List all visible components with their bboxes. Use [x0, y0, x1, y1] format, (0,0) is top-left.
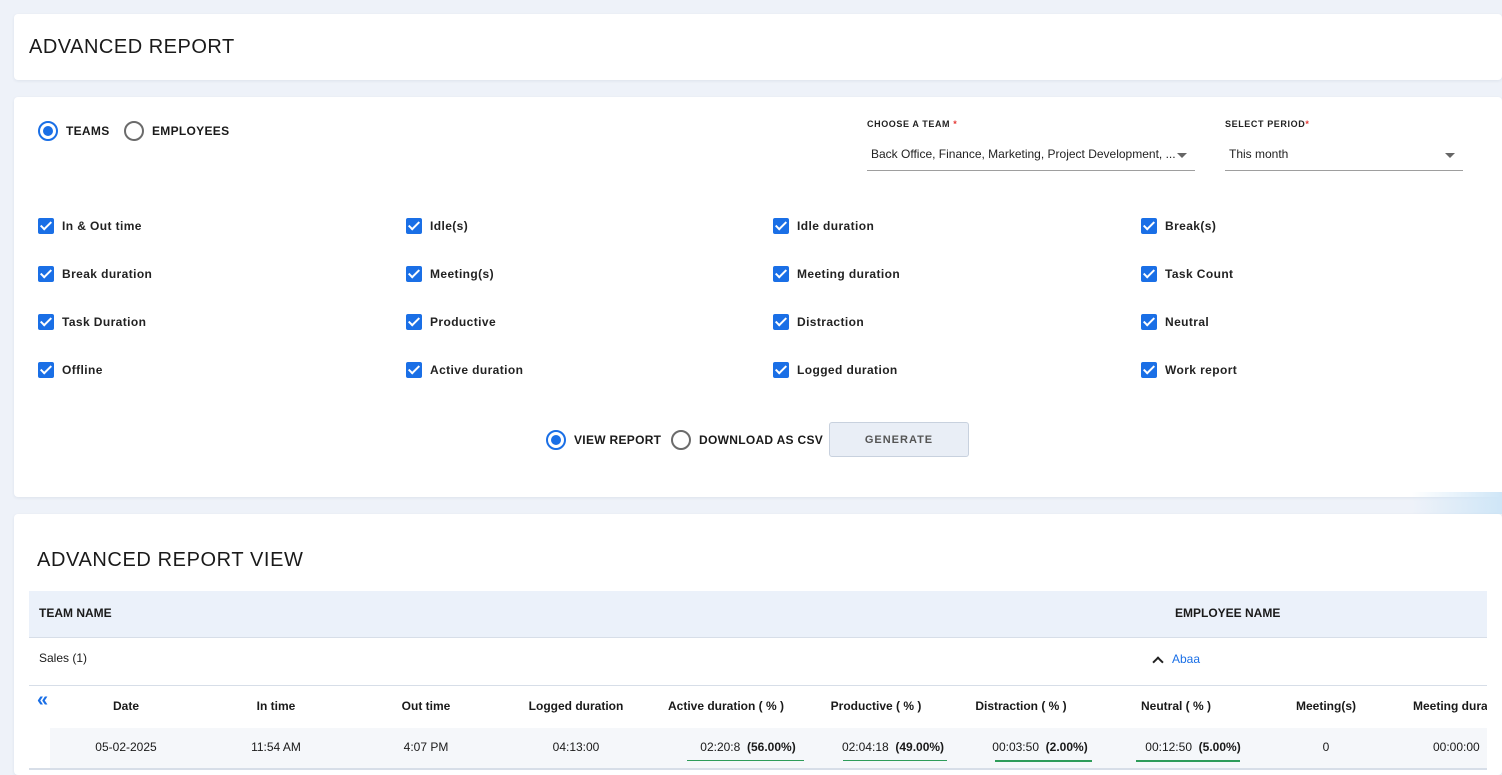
checkbox-idles[interactable]: Idle(s) [406, 218, 468, 234]
cell-in-time: 11:54 AM [251, 740, 301, 754]
checkbox-work-report[interactable]: Work report [1141, 362, 1237, 378]
checkbox-active-duration[interactable]: Active duration [406, 362, 523, 378]
cell-active-duration: 02:20:8 (56.00%) [700, 740, 796, 754]
checkbox-checked-icon [773, 362, 789, 378]
employee-toggle[interactable]: Abaa [1152, 652, 1200, 668]
team-name-header: TEAM NAME [39, 606, 112, 620]
checkbox-checked-icon [773, 218, 789, 234]
checkbox-offline[interactable]: Offline [38, 362, 103, 378]
checkbox-task-duration[interactable]: Task Duration [38, 314, 146, 330]
employee-detail-table: « Date In time Out time Logged duration … [29, 686, 1487, 775]
checkbox-checked-icon [1141, 362, 1157, 378]
view-report-label: VIEW REPORT [574, 433, 662, 447]
distraction-underline [995, 760, 1092, 762]
neutral-underline [1136, 760, 1240, 762]
report-options-card: TEAMS EMPLOYEES CHOOSE A TEAM * Back Off… [14, 97, 1502, 497]
header-card: ADVANCED REPORT [14, 14, 1502, 80]
table-row: 05-02-2025 11:54 AM 4:07 PM 04:13:00 02:… [50, 728, 1487, 768]
period-select-value: This month [1229, 147, 1289, 161]
team-select-value: Back Office, Finance, Marketing, Project… [871, 147, 1176, 161]
checkbox-meetings[interactable]: Meeting(s) [406, 266, 494, 282]
teams-radio-label: TEAMS [66, 124, 110, 138]
checkbox-distraction[interactable]: Distraction [773, 314, 864, 330]
col-meeting-duration: Meeting dura [1413, 699, 1487, 713]
checkbox-checked-icon [406, 362, 422, 378]
caret-down-icon [1445, 153, 1455, 158]
download-csv-radio[interactable]: DOWNLOAD AS CSV [671, 430, 823, 450]
employees-radio[interactable]: EMPLOYEES [124, 121, 229, 141]
checkbox-logged-duration[interactable]: Logged duration [773, 362, 898, 378]
cell-meetings: 0 [1322, 740, 1330, 754]
col-active-duration: Active duration ( % ) [667, 699, 784, 713]
col-productive: Productive ( % ) [830, 699, 922, 713]
radio-selected-icon [38, 121, 58, 141]
checkbox-checked-icon [406, 266, 422, 282]
page-title: ADVANCED REPORT [29, 36, 235, 58]
cell-logged-duration: 04:13:00 [552, 740, 600, 754]
col-logged-duration: Logged duration [528, 699, 624, 713]
checkbox-breaks[interactable]: Break(s) [1141, 218, 1216, 234]
chevron-up-icon [1152, 655, 1164, 668]
team-name-cell: Sales (1) [39, 651, 88, 665]
checkbox-in-out-time[interactable]: In & Out time [38, 218, 142, 234]
period-field-label: SELECT PERIOD* [1225, 119, 1310, 129]
col-distraction: Distraction ( % ) [975, 699, 1067, 713]
report-view-title: ADVANCED REPORT VIEW [37, 549, 304, 571]
report-view-card: ADVANCED REPORT VIEW TEAM NAME EMPLOYEE … [14, 514, 1502, 775]
teams-radio[interactable]: TEAMS [38, 121, 110, 141]
checkbox-checked-icon [773, 266, 789, 282]
cell-distraction: 00:03:50 (2.00%) [992, 740, 1088, 754]
detail-header-row: « Date In time Out time Logged duration … [29, 686, 1487, 728]
col-out-time: Out time [401, 699, 451, 713]
caret-down-icon [1177, 153, 1187, 158]
table-bottom-border [29, 768, 1487, 770]
checkbox-task-count[interactable]: Task Count [1141, 266, 1233, 282]
active-underline [687, 760, 804, 761]
checkbox-checked-icon [38, 362, 54, 378]
checkbox-checked-icon [406, 218, 422, 234]
checkbox-checked-icon [38, 314, 54, 330]
radio-selected-icon [546, 430, 566, 450]
checkbox-checked-icon [406, 314, 422, 330]
radio-unselected-icon [671, 430, 691, 450]
employees-radio-label: EMPLOYEES [152, 124, 230, 138]
download-csv-label: DOWNLOAD AS CSV [699, 433, 824, 447]
team-field: CHOOSE A TEAM * Back Office, Finance, Ma… [867, 119, 1195, 171]
productive-underline [843, 760, 947, 761]
decorative-glow [1412, 492, 1502, 514]
checkbox-break-duration[interactable]: Break duration [38, 266, 152, 282]
team-group-row[interactable]: Sales (1) Abaa [29, 638, 1487, 686]
period-field: SELECT PERIOD* This month [1225, 119, 1463, 171]
checkbox-checked-icon [773, 314, 789, 330]
period-select[interactable]: This month [1225, 141, 1463, 171]
team-field-label: CHOOSE A TEAM * [867, 119, 958, 129]
checkbox-productive[interactable]: Productive [406, 314, 496, 330]
view-report-radio[interactable]: VIEW REPORT [546, 430, 661, 450]
team-select[interactable]: Back Office, Finance, Marketing, Project… [867, 141, 1195, 171]
checkbox-checked-icon [1141, 314, 1157, 330]
double-chevron-left-icon[interactable]: « [37, 690, 48, 710]
checkbox-checked-icon [1141, 218, 1157, 234]
employee-name-link[interactable]: Abaa [1172, 652, 1200, 666]
checkbox-checked-icon [38, 266, 54, 282]
radio-unselected-icon [124, 121, 144, 141]
cell-productive: 02:04:18 (49.00%) [841, 740, 945, 754]
col-neutral: Neutral ( % ) [1140, 699, 1211, 713]
cell-neutral: 00:12:50 (5.00%) [1145, 740, 1241, 754]
cell-meeting-duration: 00:00:00 (0 [1433, 740, 1487, 754]
employee-name-header: EMPLOYEE NAME [1175, 606, 1281, 620]
checkbox-checked-icon [38, 218, 54, 234]
checkbox-meeting-duration[interactable]: Meeting duration [773, 266, 900, 282]
col-date: Date [112, 699, 139, 713]
checkbox-checked-icon [1141, 266, 1157, 282]
col-in-time: In time [256, 699, 296, 713]
cell-out-time: 4:07 PM [403, 740, 449, 754]
cell-date: 05-02-2025 [95, 740, 157, 754]
table-header: TEAM NAME EMPLOYEE NAME [29, 591, 1487, 638]
checkbox-idle-duration[interactable]: Idle duration [773, 218, 874, 234]
checkbox-neutral[interactable]: Neutral [1141, 314, 1209, 330]
generate-button[interactable]: GENERATE [829, 422, 969, 457]
col-meetings: Meeting(s) [1296, 699, 1356, 713]
